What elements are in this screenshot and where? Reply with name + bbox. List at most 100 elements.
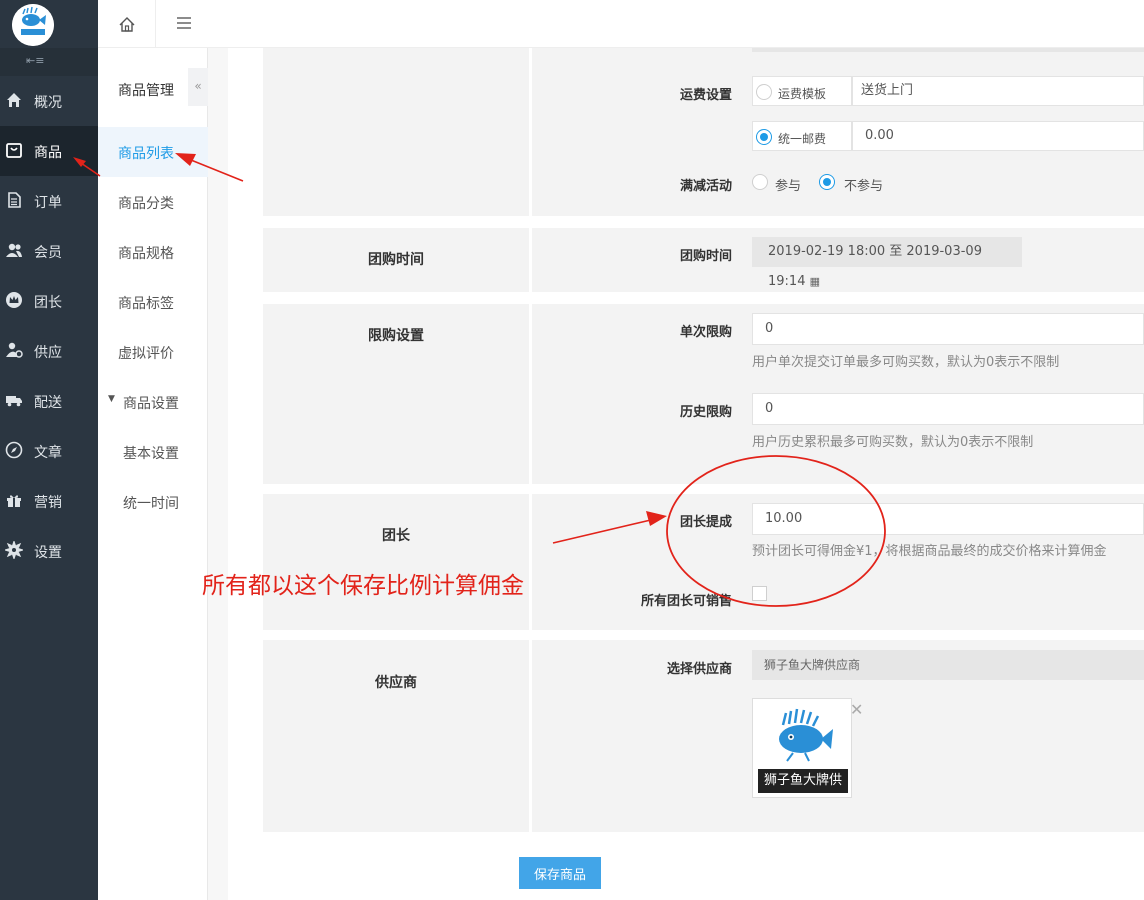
sidebar-collapse-toggle[interactable]: ⇤≡ <box>0 48 98 76</box>
history-limit-input[interactable]: 0 <box>752 393 1144 425</box>
nav-item-label: 订单 <box>34 195 62 211</box>
shipping-flat-input[interactable]: 0.00 <box>852 121 1144 151</box>
document-icon <box>8 192 21 208</box>
shipping-template-select[interactable]: 送货上门 <box>852 76 1144 106</box>
supplier-thumbnail: 狮子鱼大牌供 <box>752 698 852 798</box>
truck-icon <box>6 396 22 407</box>
shipping-flat-option[interactable]: 统一邮费 <box>752 121 852 151</box>
nav-item-marketing[interactable]: 营销 <box>0 476 98 526</box>
home-outline-icon <box>119 17 135 32</box>
users-icon <box>6 243 22 257</box>
nav-item-label: 概况 <box>34 95 62 111</box>
shipping-flat-radio[interactable] <box>756 129 772 145</box>
history-limit-label: 历史限购 <box>679 405 732 420</box>
top-bar <box>156 0 1144 48</box>
compass-icon <box>5 441 23 459</box>
annotation-note: 所有都以这个保存比例计算佣金 <box>202 573 524 599</box>
single-limit-help: 用户单次提交订单最多可购买数，默认为0表示不限制 <box>752 355 1060 370</box>
discount-join-label: 参与 <box>775 179 802 194</box>
subnav-item-goods-category[interactable]: 商品分类 <box>98 177 208 227</box>
brand-logo[interactable] <box>12 4 54 46</box>
subnav-item-virtual-review[interactable]: 虚拟评价 <box>98 327 208 377</box>
commission-input[interactable]: 10.00 <box>752 503 1144 535</box>
supplier-icon <box>6 342 23 358</box>
nav-item-goods[interactable]: 商品 <box>0 126 98 176</box>
subnav-item-label: 虚拟评价 <box>118 346 174 362</box>
section-divider <box>529 494 532 630</box>
bag-icon <box>6 143 22 158</box>
shipping-template-option[interactable]: 运费模板 <box>752 76 852 106</box>
section-title: 团购时间 <box>368 252 424 268</box>
commission-label: 团长提成 <box>679 515 732 530</box>
caret-down-icon: ▼ <box>108 394 115 404</box>
subnav-collapse-button[interactable]: « <box>188 68 208 106</box>
single-limit-label: 单次限购 <box>679 325 732 340</box>
nav-item-leader[interactable]: 团长 <box>0 276 98 326</box>
subnav-item-goods-list[interactable]: 商品列表 <box>98 127 208 177</box>
nav-item-articles[interactable]: 文章 <box>0 426 98 476</box>
subnav-item-label: 商品标签 <box>118 296 174 312</box>
nav-item-members[interactable]: 会员 <box>0 226 98 276</box>
commission-help: 预计团长可得佣金¥1，将根据商品最终的成交价格来计算佣金 <box>752 544 1107 559</box>
shipping-template-radio[interactable] <box>756 84 772 100</box>
section-title: 限购设置 <box>368 328 424 344</box>
cut-off-input <box>752 48 1144 52</box>
thumbnail-caption: 狮子鱼大牌供 <box>758 769 848 793</box>
nav-item-supply[interactable]: 供应 <box>0 326 98 376</box>
nav-item-overview[interactable]: 概况 <box>0 76 98 126</box>
discount-label: 满减活动 <box>679 179 732 194</box>
hamburger-menu-icon[interactable] <box>176 16 192 30</box>
single-limit-input[interactable]: 0 <box>752 313 1144 345</box>
home-button[interactable] <box>98 0 156 48</box>
subnav-item-goods-spec[interactable]: 商品规格 <box>98 227 208 277</box>
section-shipping: 运费设置 运费模板 送货上门 统一邮费 0.00 满减活动 参与 不参与 <box>263 48 1144 216</box>
nav-item-settings[interactable]: 设置 <box>0 526 98 576</box>
subnav-item-label: 基本设置 <box>123 446 179 462</box>
section-group-time: 团购时间 团购时间 2019-02-19 18:00 至 2019-03-09 … <box>263 228 1144 292</box>
nav-item-orders[interactable]: 订单 <box>0 176 98 226</box>
nav-item-label: 文章 <box>34 445 62 461</box>
section-divider <box>529 228 532 292</box>
discount-join-radio[interactable] <box>752 174 768 190</box>
group-time-label: 团购时间 <box>679 249 732 264</box>
crown-icon <box>6 292 22 308</box>
nav-item-label: 商品 <box>34 145 62 161</box>
section-purchase-limit: 限购设置 单次限购 0 用户单次提交订单最多可购买数，默认为0表示不限制 历史限… <box>263 304 1144 484</box>
section-title: 团长 <box>382 528 410 544</box>
main-sidebar: ⇤≡ 概况 商品 订单 会员 团长 供应 配送 文章 营销 设置 <box>0 0 98 900</box>
supplier-label: 选择供应商 <box>666 662 732 677</box>
shipping-template-label: 运费模板 <box>778 87 827 101</box>
double-chevron-left-icon: « <box>194 79 202 93</box>
calendar-icon: ▦ <box>809 275 821 288</box>
section-divider <box>529 640 532 832</box>
section-leader: 团长 团长提成 10.00 预计团长可得佣金¥1，将根据商品最终的成交价格来计算… <box>263 494 1144 630</box>
subnav-group-label: 商品设置 <box>123 396 179 412</box>
subnav-item-label: 商品规格 <box>118 246 174 262</box>
nav-item-label: 供应 <box>34 345 62 361</box>
nav-item-label: 营销 <box>34 495 62 511</box>
subnav-group-goods-settings[interactable]: ▼ 商品设置 <box>98 377 208 427</box>
supplier-select[interactable]: 狮子鱼大牌供应商 <box>752 650 1144 680</box>
group-time-range-input[interactable]: 2019-02-19 18:00 至 2019-03-09 19:14 ▦ <box>752 237 1022 289</box>
subnav-item-label: 商品列表 <box>118 146 174 162</box>
discount-no-label: 不参与 <box>844 179 884 194</box>
gift-icon <box>7 495 21 507</box>
subnav-item-unified-time[interactable]: 统一时间 <box>98 477 208 527</box>
main-content: 运费设置 运费模板 送货上门 统一邮费 0.00 满减活动 参与 不参与 团购时… <box>228 48 1144 900</box>
save-goods-button[interactable]: 保存商品 <box>519 857 601 889</box>
nav-item-label: 设置 <box>34 545 62 561</box>
close-icon[interactable]: ✕ <box>850 700 863 719</box>
subnav-item-goods-tags[interactable]: 商品标签 <box>98 277 208 327</box>
secondary-sidebar: 商品管理 « 商品列表 商品分类 商品规格 商品标签 虚拟评价 ▼ 商品设置 基… <box>98 0 208 900</box>
subnav-item-basic-settings[interactable]: 基本设置 <box>98 427 208 477</box>
discount-no-radio[interactable] <box>819 174 835 190</box>
subnav-title: 商品管理 <box>118 83 174 99</box>
shipping-flat-label: 统一邮费 <box>778 132 827 146</box>
subnav-item-label: 商品分类 <box>118 196 174 212</box>
all-leaders-sell-checkbox[interactable] <box>752 586 767 601</box>
nav-item-delivery[interactable]: 配送 <box>0 376 98 426</box>
nav-item-label: 会员 <box>34 245 62 261</box>
subnav-item-label: 统一时间 <box>123 496 179 512</box>
home-icon <box>7 93 21 107</box>
gear-icon <box>5 541 23 559</box>
